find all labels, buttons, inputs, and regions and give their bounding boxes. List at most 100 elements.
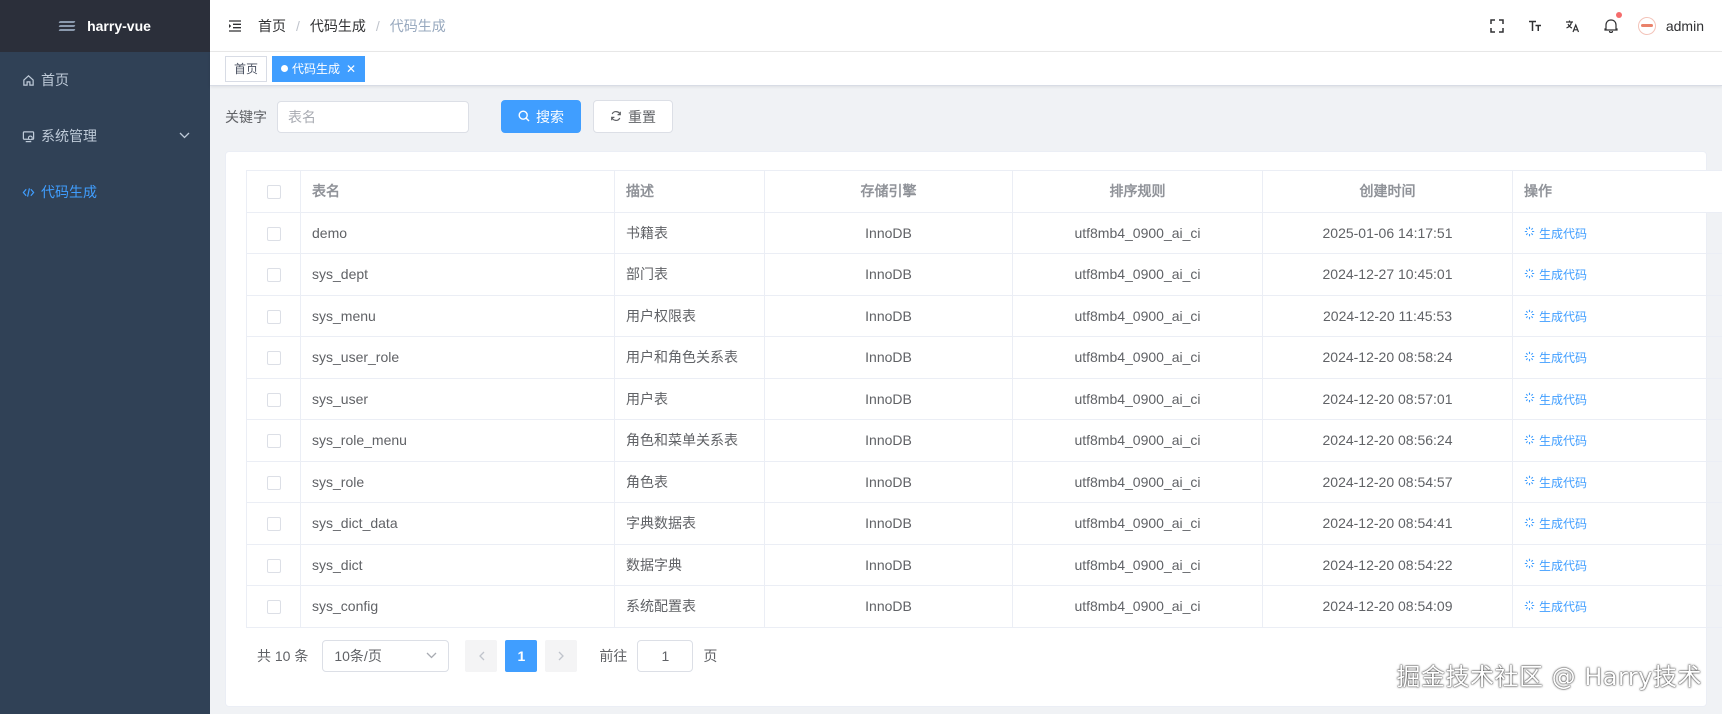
next-page-button[interactable]	[545, 639, 578, 672]
search-icon	[518, 109, 530, 125]
font-size-icon[interactable]	[1516, 0, 1554, 52]
select-all-checkbox[interactable]	[266, 185, 281, 200]
cell-table-name: sys_user_role	[300, 336, 615, 379]
fullscreen-icon[interactable]	[1478, 0, 1516, 52]
cell-collation: utf8mb4_0900_ai_ci	[1012, 502, 1263, 545]
breadcrumb-separator: /	[375, 17, 380, 34]
generate-code-button[interactable]: 生成代码	[1524, 557, 1587, 574]
breadcrumb-item-home[interactable]: 首页	[258, 16, 286, 36]
cell-action: 生成代码	[1512, 336, 1722, 379]
sidebar-item-home[interactable]: 首页	[0, 52, 210, 108]
cell-table-name: sys_dict_data	[300, 502, 615, 545]
sidebar-item-label: 代码生成	[41, 184, 97, 200]
row-checkbox[interactable]	[266, 351, 281, 366]
cell-created-time: 2024-12-20 08:54:57	[1262, 460, 1513, 503]
tag-codegen[interactable]: 代码生成 ✕	[272, 55, 366, 82]
row-checkbox[interactable]	[266, 226, 281, 241]
translate-icon[interactable]	[1554, 0, 1592, 52]
generate-icon	[1524, 226, 1535, 240]
sidebar-item-system[interactable]: 系统管理	[0, 108, 210, 164]
generate-icon	[1524, 351, 1535, 365]
hamburger-icon[interactable]	[226, 17, 244, 35]
goto-page-input[interactable]	[637, 639, 694, 672]
generate-code-button[interactable]: 生成代码	[1524, 515, 1587, 532]
cell-action: 生成代码	[1512, 585, 1722, 628]
cell-engine: InnoDB	[764, 211, 1013, 254]
row-checkbox[interactable]	[266, 558, 281, 573]
cell-engine: InnoDB	[764, 502, 1013, 545]
cell-created-time: 2024-12-20 11:45:53	[1262, 294, 1513, 337]
tag-label: 首页	[234, 61, 259, 76]
tag-label: 代码生成	[292, 61, 341, 76]
generate-code-button[interactable]: 生成代码	[1524, 598, 1587, 615]
row-select-cell	[246, 253, 301, 296]
goto-label: 前往	[599, 647, 628, 664]
table-name-input[interactable]	[277, 100, 469, 133]
navbar: 首页 / 代码生成 / 代码生成 admin	[210, 0, 1722, 52]
cell-table-name: demo	[300, 211, 615, 254]
breadcrumb-item-current: 代码生成	[389, 17, 446, 34]
cell-created-time: 2024-12-20 08:54:09	[1262, 585, 1513, 628]
row-checkbox[interactable]	[266, 309, 281, 324]
cell-description: 用户表	[614, 377, 765, 420]
cell-table-name: sys_role_menu	[300, 419, 615, 462]
cell-action: 生成代码	[1512, 419, 1722, 462]
user-dropdown[interactable]: admin	[1630, 16, 1722, 35]
cell-description: 数据字典	[614, 543, 765, 586]
cell-table-name: sys_menu	[300, 294, 615, 337]
bell-icon[interactable]	[1592, 0, 1630, 52]
cell-engine: InnoDB	[764, 585, 1013, 628]
code-icon	[21, 185, 35, 199]
cell-created-time: 2025-01-06 14:17:51	[1262, 211, 1513, 254]
row-checkbox[interactable]	[266, 434, 281, 449]
generate-code-button[interactable]: 生成代码	[1524, 391, 1587, 408]
generate-code-button[interactable]: 生成代码	[1524, 432, 1587, 449]
generate-icon	[1524, 475, 1535, 489]
page-size-select[interactable]: 10条/页	[322, 639, 450, 672]
sidebar-logo[interactable]: harry-vue	[0, 0, 210, 52]
row-select-cell	[246, 543, 301, 586]
generate-code-label: 生成代码	[1539, 351, 1588, 365]
row-checkbox[interactable]	[266, 268, 281, 283]
page-size-value: 10条/页	[334, 647, 382, 664]
tag-home[interactable]: 首页	[225, 55, 268, 82]
page-number-current[interactable]: 1	[505, 639, 538, 672]
notification-badge	[1615, 11, 1622, 18]
cell-action: 生成代码	[1512, 502, 1722, 545]
generate-code-button[interactable]: 生成代码	[1524, 349, 1587, 366]
cell-description: 字典数据表	[614, 502, 765, 545]
cell-engine: InnoDB	[764, 253, 1013, 296]
cell-table-name: sys_user	[300, 377, 615, 420]
generate-code-label: 生成代码	[1539, 558, 1588, 573]
keyword-label: 关键字	[225, 108, 267, 125]
generate-code-button[interactable]: 生成代码	[1524, 308, 1587, 325]
home-icon	[21, 73, 35, 87]
cell-engine: InnoDB	[764, 460, 1013, 503]
row-checkbox[interactable]	[266, 517, 281, 532]
watermark: 掘金技术社区 @ Harry技术	[1396, 663, 1702, 691]
generate-icon	[1524, 517, 1535, 531]
table-row: sys_dict 数据字典 InnoDB utf8mb4_0900_ai_ci 2024…	[246, 543, 1722, 586]
generate-icon	[1524, 309, 1535, 323]
generate-code-button[interactable]: 生成代码	[1524, 225, 1587, 242]
reset-button[interactable]: 重置	[593, 100, 673, 133]
search-button[interactable]: 搜索	[501, 100, 581, 133]
generate-code-label: 生成代码	[1539, 434, 1588, 448]
generate-code-button[interactable]: 生成代码	[1524, 474, 1587, 491]
cell-engine: InnoDB	[764, 294, 1013, 337]
breadcrumb-item-codegen[interactable]: 代码生成	[310, 16, 366, 36]
cell-table-name: sys_config	[300, 585, 615, 628]
sidebar-item-codegen[interactable]: 代码生成	[0, 164, 210, 220]
generate-code-button[interactable]: 生成代码	[1524, 266, 1587, 283]
cell-description: 书籍表	[614, 211, 765, 254]
row-checkbox[interactable]	[266, 600, 281, 615]
column-header-name: 表名	[300, 170, 615, 213]
row-checkbox[interactable]	[266, 475, 281, 490]
cell-created-time: 2024-12-20 08:58:24	[1262, 336, 1513, 379]
goto-suffix: 页	[703, 647, 718, 664]
prev-page-button[interactable]	[465, 639, 498, 672]
row-checkbox[interactable]	[266, 392, 281, 407]
table-row: sys_user_role 用户和角色关系表 InnoDB utf8mb4_0900_…	[246, 336, 1722, 379]
reset-button-label: 重置	[628, 108, 656, 125]
close-icon[interactable]: ✕	[346, 57, 356, 81]
